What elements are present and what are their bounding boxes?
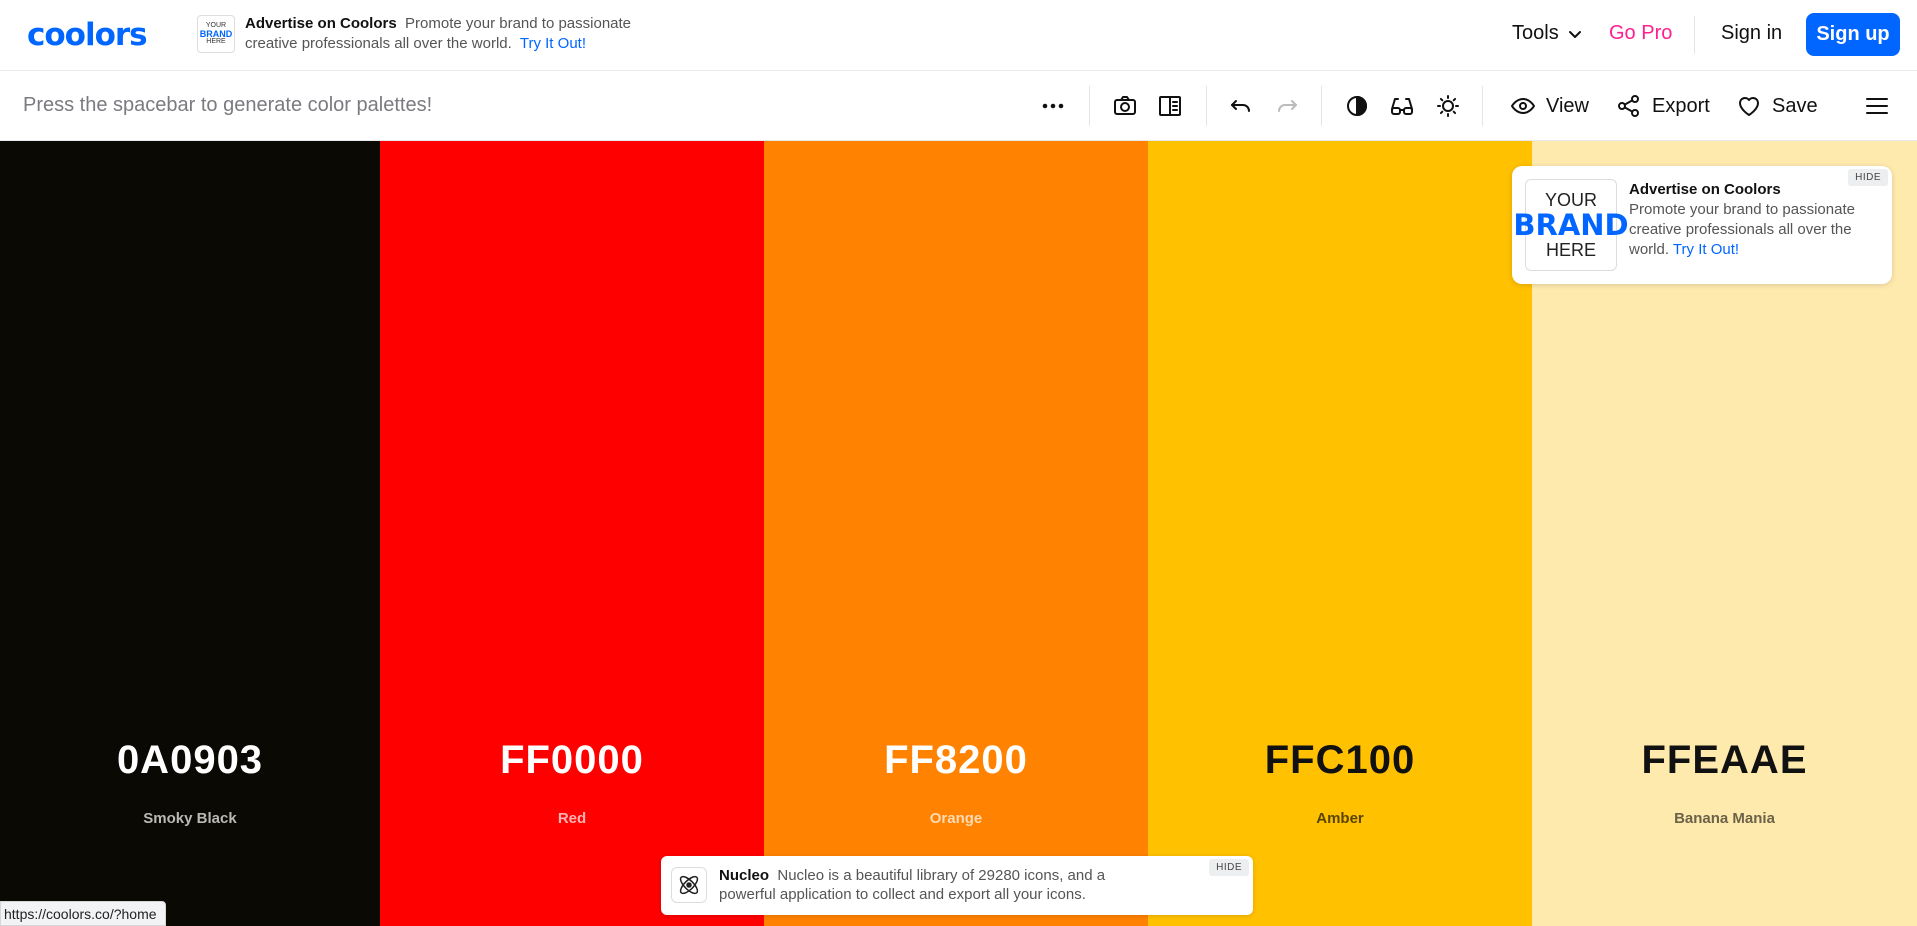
chevron-down-icon [1567,26,1583,42]
eye-icon [1510,93,1536,119]
swatch-hex-code[interactable]: FFEAAE [1532,738,1917,783]
color-blindness-button[interactable] [1389,92,1415,120]
save-button[interactable]: Save [1736,92,1818,120]
swatch-color-name[interactable]: Orange [764,810,1148,827]
sign-up-button[interactable]: Sign up [1806,13,1900,56]
swatch-color-name[interactable]: Smoky Black [0,810,380,827]
spacebar-hint: Press the spacebar to generate color pal… [23,94,433,116]
hide-ad-button[interactable]: HIDE [1209,859,1249,876]
view-label: View [1546,94,1589,117]
export-label: Export [1652,94,1710,117]
sun-icon [1435,93,1461,119]
hide-ad-button[interactable]: HIDE [1848,169,1888,186]
swatch-hex-code[interactable]: 0A0903 [0,738,380,783]
hamburger-icon [1864,93,1890,119]
tools-menu[interactable]: Tools [1512,22,1583,45]
header-ad-title[interactable]: Advertise on Coolors [245,15,397,32]
coolors-logo[interactable]: coolors [27,17,148,53]
more-options-button[interactable] [1040,92,1066,120]
color-swatch[interactable]: 0A0903 Smoky Black [0,141,380,926]
header-ad-link[interactable]: Try It Out! [520,35,586,52]
swatch-hex-code[interactable]: FFC100 [1148,738,1532,783]
side-ad-link[interactable]: Try It Out! [1673,241,1739,258]
view-button[interactable]: View [1510,92,1589,120]
bottom-ad-title[interactable]: Nucleo [719,867,769,884]
swatch-hex-code[interactable]: FF8200 [764,738,1148,783]
contrast-button[interactable] [1344,92,1370,120]
hamburger-menu-button[interactable] [1864,92,1890,120]
side-ad-text: Advertise on Coolors Promote your brand … [1629,180,1879,260]
side-ad-title[interactable]: Advertise on Coolors [1629,180,1879,200]
sign-in-link[interactable]: Sign in [1721,22,1782,45]
share-icon [1616,93,1642,119]
undo-icon [1228,93,1254,119]
glasses-icon [1389,93,1415,119]
color-swatch[interactable]: FF0000 Red [380,141,764,926]
swatch-color-name[interactable]: Banana Mania [1532,810,1917,827]
palette-view-toggle-button[interactable] [1157,92,1183,120]
undo-button[interactable] [1228,92,1254,120]
more-dots-icon [1040,93,1066,119]
swatch-hex-code[interactable]: FF0000 [380,738,764,783]
bottom-ad-banner[interactable]: Nucleo Nucleo is a beautiful library of … [661,856,1253,915]
toolbar-divider [1206,86,1207,126]
book-columns-icon [1157,93,1183,119]
toolbar-divider [1482,86,1483,126]
side-ad-card[interactable]: YOUR BRAND HERE Advertise on Coolors Pro… [1512,166,1892,284]
header-ad-text: Advertise on Coolors Promote your brand … [245,15,632,52]
color-swatch[interactable]: FF8200 Orange [764,141,1148,926]
link-status-bar: https://coolors.co/?home [0,901,166,926]
ad-brand-thumbnail[interactable]: YOUR BRAND HERE [197,15,235,53]
save-label: Save [1772,94,1818,117]
redo-button[interactable] [1274,92,1300,120]
contrast-icon [1344,93,1370,119]
toolbar-divider [1321,86,1322,126]
redo-icon [1274,93,1300,119]
color-swatch[interactable]: FFC100 Amber [1148,141,1532,926]
bottom-ad-text: Nucleo Nucleo is a beautiful library of … [719,867,1106,903]
toolbar-divider [1089,86,1090,126]
heart-icon [1736,93,1762,119]
swatch-color-name[interactable]: Amber [1148,810,1532,827]
camera-icon [1112,93,1138,119]
generator-toolbar: Press the spacebar to generate color pal… [0,72,1917,141]
top-navbar: coolors YOUR BRAND HERE Advertise on Coo… [0,0,1917,71]
adjust-palette-button[interactable] [1435,92,1461,120]
ad-brand-thumbnail[interactable]: YOUR BRAND HERE [1513,179,1629,271]
camera-button[interactable] [1112,92,1138,120]
export-button[interactable]: Export [1616,92,1710,120]
nucleo-logo-icon[interactable] [671,867,707,903]
swatch-color-name[interactable]: Red [380,810,764,827]
nav-divider [1694,16,1695,54]
go-pro-link[interactable]: Go Pro [1609,22,1672,45]
